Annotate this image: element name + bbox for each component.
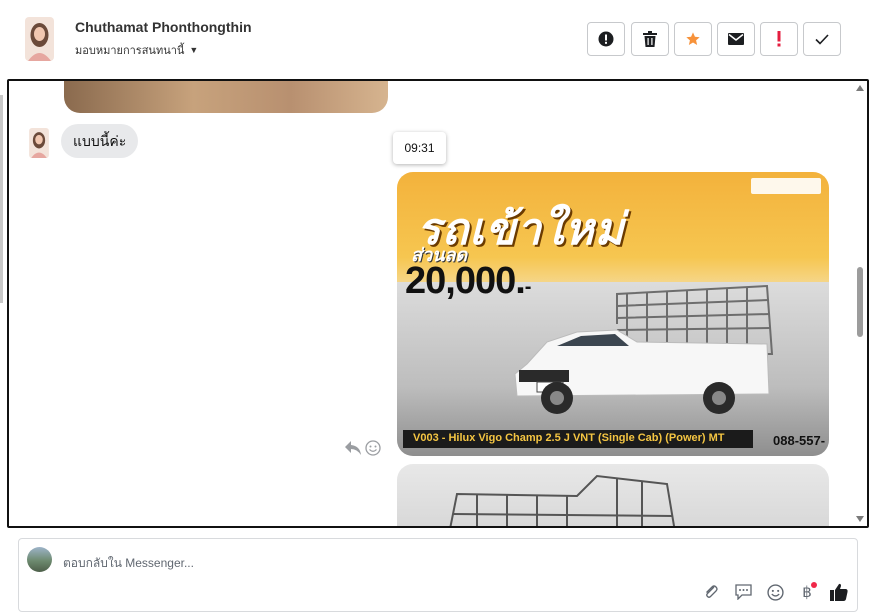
alert-circle-icon (598, 31, 614, 47)
reply-composer[interactable]: ตอบกลับใน Messenger... ฿ (18, 538, 858, 612)
pickup-truck-illustration (514, 284, 774, 414)
delete-button[interactable] (631, 22, 669, 56)
mark-unread-button[interactable] (717, 22, 755, 56)
reply-input[interactable]: ตอบกลับใน Messenger... (63, 554, 194, 573)
composer-toolbar: ฿ (701, 582, 849, 602)
payment-button[interactable]: ฿ (797, 582, 817, 602)
ad-phone-number: 088-557- (773, 433, 826, 448)
star-button[interactable] (674, 22, 712, 56)
done-button[interactable] (803, 22, 841, 56)
chat-bubble-icon (734, 584, 752, 600)
scroll-up-arrow-icon[interactable] (856, 85, 864, 91)
timestamp-tooltip: 09:31 (393, 132, 446, 164)
page-avatar (27, 547, 52, 572)
ad-image-attachment[interactable]: รถเข้าใหม่ ส่วนลด 20,000.- V003 - Hilux … (397, 172, 829, 456)
cargo-rack-illustration (449, 474, 676, 526)
spam-button[interactable] (587, 22, 625, 56)
saved-replies-button[interactable] (733, 582, 753, 602)
flag-button[interactable] (760, 22, 798, 56)
dealer-logo (751, 178, 821, 194)
contact-avatar[interactable] (25, 17, 54, 61)
thread-scrollbar[interactable] (855, 81, 865, 526)
reply-icon[interactable] (345, 441, 361, 460)
assign-label: มอบหมายการสนทนานี้ (75, 45, 185, 57)
star-icon (685, 31, 701, 47)
conversation-header: Chuthamat Phonthongthin มอบหมายการสนทนาน… (0, 0, 884, 80)
sender-avatar (29, 128, 49, 158)
ad-caption: V003 - Hilux Vigo Champ 2.5 J VNT (Singl… (413, 432, 725, 444)
emoji-button[interactable] (765, 582, 785, 602)
message-thread[interactable]: แบบนี้ค่ะ 09:31 รถเข้าใหม่ ส่วนลด 20,000… (7, 79, 869, 528)
panel-edge-divider (0, 95, 3, 303)
paperclip-icon (706, 585, 718, 598)
caret-down-icon: ▼ (189, 45, 199, 55)
attach-file-button[interactable] (701, 582, 721, 602)
trash-icon (643, 31, 657, 47)
incoming-message-bubble[interactable]: แบบนี้ค่ะ (61, 124, 139, 158)
envelope-icon (728, 33, 744, 45)
like-button[interactable] (829, 582, 849, 602)
assign-conversation-dropdown[interactable]: มอบหมายการสนทนานี้ ▼ (75, 41, 198, 59)
react-emoji-icon[interactable] (365, 440, 381, 461)
thumbs-up-icon (830, 583, 848, 601)
smiley-icon (766, 583, 784, 601)
message-actions (345, 440, 381, 461)
scrollbar-thumb[interactable] (857, 267, 863, 337)
notification-dot (811, 582, 817, 588)
scroll-down-arrow-icon[interactable] (856, 516, 864, 522)
contact-name[interactable]: Chuthamat Phonthongthin (75, 19, 252, 35)
check-icon (815, 33, 829, 45)
second-image-attachment[interactable] (397, 464, 829, 526)
exclamation-icon (777, 31, 781, 47)
previous-image-attachment[interactable] (64, 81, 388, 113)
